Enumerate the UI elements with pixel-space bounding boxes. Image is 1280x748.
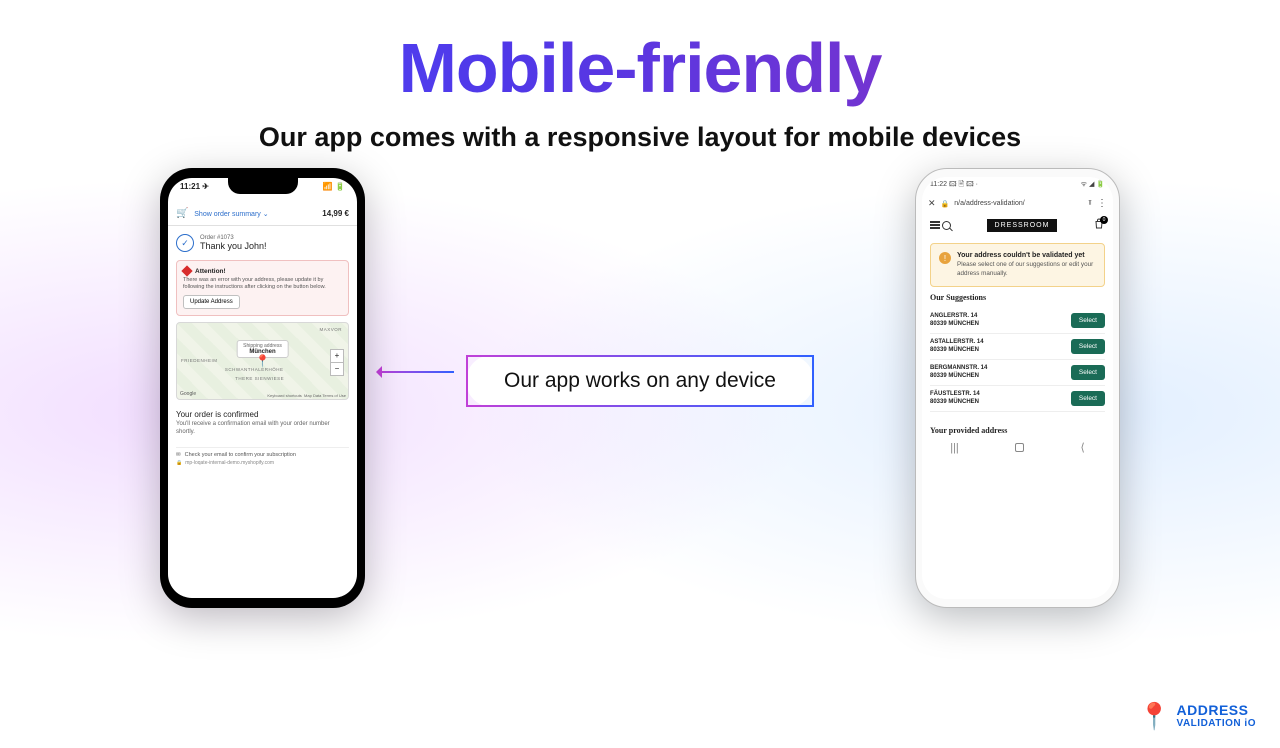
android-signal-icon: ᯤ ◢ 🔋 [1081, 180, 1105, 191]
domain-text: mp-loqate-internal-demo.myshopify.com [185, 460, 274, 466]
iphone-mockup: 11:21 ✈ 📶 🔋 🛒 Show order summary ⌄ 14,99… [160, 168, 365, 608]
suggestion-address: BERGMANNSTR. 1480339 MÜNCHEN [930, 365, 987, 380]
warning-message: Please select one of our suggestions or … [957, 261, 1096, 278]
home-icon[interactable] [1015, 443, 1024, 452]
page-subtitle: Our app comes with a responsive layout f… [0, 122, 1280, 153]
recents-icon[interactable]: ||| [950, 442, 959, 454]
suggestion-row: ASTALLERSTR. 1480339 MÜNCHEN Select [930, 334, 1105, 360]
arrow-left-icon [378, 371, 454, 373]
thank-you-text: Thank you John! [200, 241, 267, 251]
url-text: n/a/address-validation/ [954, 200, 1083, 207]
confirmation-block: Your order is confirmed You'll receive a… [176, 406, 349, 441]
lock-icon: 🔒 [941, 200, 950, 208]
more-icon[interactable]: ⋮ [1097, 198, 1107, 209]
subscription-text: Check your email to confirm your subscri… [185, 452, 296, 458]
suggestions-title: Our Suggestions [930, 293, 1105, 302]
suggestion-row: ANGLERSTR. 1480339 MÜNCHEN Select [930, 308, 1105, 334]
device-stage: Our app works on any device 11:21 ✈ 📶 🔋 … [0, 173, 1280, 693]
confirmation-title: Your order is confirmed [176, 410, 349, 419]
alert-icon [181, 265, 192, 276]
pin-icon: 📍 [1138, 701, 1170, 732]
map-pin-icon: 📍 [255, 354, 270, 368]
show-summary-link[interactable]: Show order summary ⌄ [194, 211, 268, 218]
attention-alert: Attention! There was an error with your … [176, 260, 349, 316]
logo-line1: ADDRESS [1177, 704, 1256, 717]
ios-signal-icon: 📶 🔋 [323, 182, 345, 191]
suggestions-block: Our Suggestions ANGLERSTR. 1480339 MÜNCH… [930, 293, 1105, 412]
alert-message: There was an error with your address, pl… [183, 277, 342, 291]
map-area-label: THERE SIENWIESE [235, 376, 284, 381]
android-time: 11:22 🖾 🖹 🖾 · [930, 180, 978, 191]
brand-logo-footer: 📍 ADDRESS VALIDATION iO [1138, 701, 1256, 732]
ios-time: 11:21 ✈ [180, 182, 209, 191]
subscription-row: ✉ Check your email to confirm your subsc… [176, 447, 349, 458]
order-header: ✓ Order #1073 Thank you John! [168, 226, 357, 260]
google-logo: Google [180, 391, 196, 397]
logo-line2: VALIDATION iO [1177, 718, 1256, 729]
store-nav-bar: DRESSROOM 0 [922, 213, 1113, 237]
android-nav-buttons: ||| ⟨ [922, 435, 1113, 456]
brand-logo[interactable]: DRESSROOM [987, 219, 1058, 232]
checkmark-icon: ✓ [176, 234, 194, 252]
android-status-bar: 11:22 🖾 🖹 🖾 · ᯤ ◢ 🔋 [922, 177, 1113, 194]
search-icon[interactable] [942, 221, 951, 230]
update-address-button[interactable]: Update Address [183, 295, 240, 309]
provided-address-block: Your provided address [930, 420, 1105, 435]
share-icon[interactable]: ⫪ [1088, 200, 1092, 208]
close-icon[interactable]: ✕ [928, 198, 936, 209]
alert-title: Attention! [195, 268, 226, 275]
notch-icon [228, 178, 298, 194]
map-zoom-controls[interactable]: +− [330, 349, 344, 376]
select-button[interactable]: Select [1071, 313, 1105, 328]
lock-icon: 🔒 [176, 460, 182, 466]
mail-icon: ✉ [176, 452, 181, 458]
confirmation-message: You'll receive a confirmation email with… [176, 421, 349, 437]
cart-badge: 0 [1100, 216, 1108, 224]
android-mockup: 11:22 🖾 🖹 🖾 · ᯤ ◢ 🔋 ✕ 🔒 n/a/address-vali… [915, 168, 1120, 608]
order-summary-bar[interactable]: 🛒 Show order summary ⌄ 14,99 € [168, 202, 357, 226]
warning-icon: ! [939, 252, 951, 264]
page-title: Mobile-friendly [0, 28, 1280, 108]
suggestion-row: BERGMANNSTR. 1480339 MÜNCHEN Select [930, 360, 1105, 386]
map-area-label: FRIEDENHEIM [181, 358, 218, 363]
map-footer: Keyboard shortcuts Map Data Terms of Use [267, 393, 346, 398]
domain-row: 🔒 mp-loqate-internal-demo.myshopify.com [176, 460, 349, 466]
map-area-label: MAXVOR [319, 327, 342, 332]
select-button[interactable]: Select [1071, 391, 1105, 406]
select-button[interactable]: Select [1071, 365, 1105, 380]
order-price: 14,99 € [322, 209, 349, 218]
warning-title: Your address couldn't be validated yet [957, 252, 1096, 259]
center-pill: Our app works on any device [466, 355, 814, 407]
menu-icon[interactable] [930, 221, 940, 229]
cart-icon[interactable]: 0 [1093, 218, 1105, 232]
cart-icon: 🛒 [176, 208, 188, 219]
suggestion-row: FÄUSTLESTR. 1480339 MÜNCHEN Select [930, 386, 1105, 412]
browser-url-bar[interactable]: ✕ 🔒 n/a/address-validation/ ⫪ ⋮ [922, 194, 1113, 213]
provided-address-title: Your provided address [930, 426, 1105, 435]
select-button[interactable]: Select [1071, 339, 1105, 354]
suggestion-address: FÄUSTLESTR. 1480339 MÜNCHEN [930, 391, 980, 406]
validation-warning: ! Your address couldn't be validated yet… [930, 243, 1105, 287]
map-preview[interactable]: MAXVOR FRIEDENHEIM SCHWANTHALERHÖHE THER… [176, 322, 349, 400]
suggestion-address: ASTALLERSTR. 1480339 MÜNCHEN [930, 339, 984, 354]
suggestion-address: ANGLERSTR. 1480339 MÜNCHEN [930, 313, 979, 328]
back-icon[interactable]: ⟨ [1081, 441, 1085, 454]
